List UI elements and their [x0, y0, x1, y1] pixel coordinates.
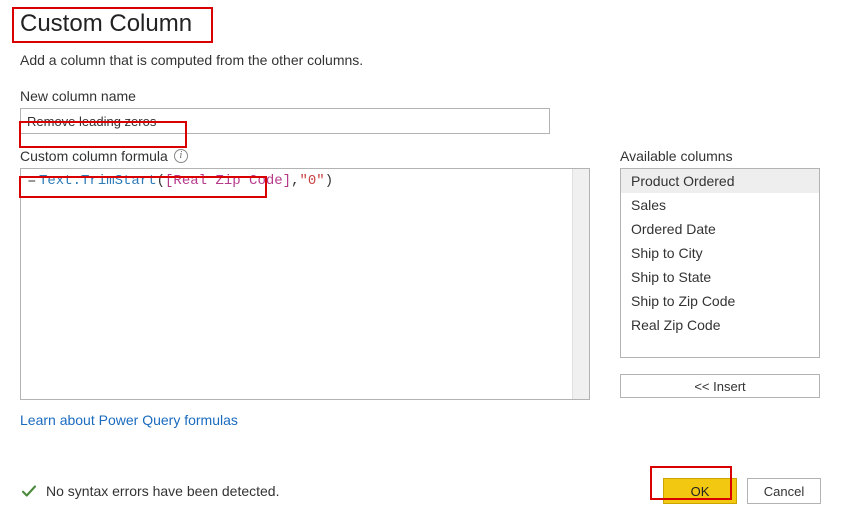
formula-label-text: Custom column formula [20, 148, 168, 164]
list-item[interactable]: Sales [621, 193, 819, 217]
list-item[interactable]: Real Zip Code [621, 313, 819, 337]
formula-text[interactable]: Text.TrimStart([Real Zip Code],"0") [39, 169, 572, 399]
custom-column-dialog: Custom Column Add a column that is compu… [0, 0, 841, 438]
check-icon [20, 482, 38, 500]
status-text: No syntax errors have been detected. [46, 483, 279, 499]
new-column-name-label: New column name [20, 88, 821, 104]
list-item[interactable]: Ship to Zip Code [621, 289, 819, 313]
new-column-name-input[interactable] [20, 108, 550, 134]
dialog-title: Custom Column [20, 10, 192, 38]
info-icon[interactable]: i [174, 149, 188, 163]
formula-scrollbar[interactable] [572, 169, 589, 399]
list-item[interactable]: Product Ordered [621, 169, 819, 193]
available-columns-list[interactable]: Product Ordered Sales Ordered Date Ship … [620, 168, 820, 358]
list-item[interactable]: Ordered Date [621, 217, 819, 241]
ok-button[interactable]: OK [663, 478, 737, 504]
dialog-footer: No syntax errors have been detected. OK … [20, 478, 821, 504]
status-row: No syntax errors have been detected. [20, 482, 279, 500]
button-row: OK Cancel [663, 478, 821, 504]
formula-label: Custom column formula i [20, 148, 590, 164]
insert-button[interactable]: << Insert [620, 374, 820, 398]
list-item[interactable]: Ship to State [621, 265, 819, 289]
formula-editor[interactable]: = Text.TrimStart([Real Zip Code],"0") [20, 168, 590, 400]
available-columns-label: Available columns [620, 148, 820, 164]
cancel-button[interactable]: Cancel [747, 478, 821, 504]
list-item[interactable]: Ship to City [621, 241, 819, 265]
learn-link[interactable]: Learn about Power Query formulas [20, 412, 238, 428]
dialog-subtitle: Add a column that is computed from the o… [20, 52, 821, 68]
formula-gutter-equals: = [21, 169, 39, 399]
